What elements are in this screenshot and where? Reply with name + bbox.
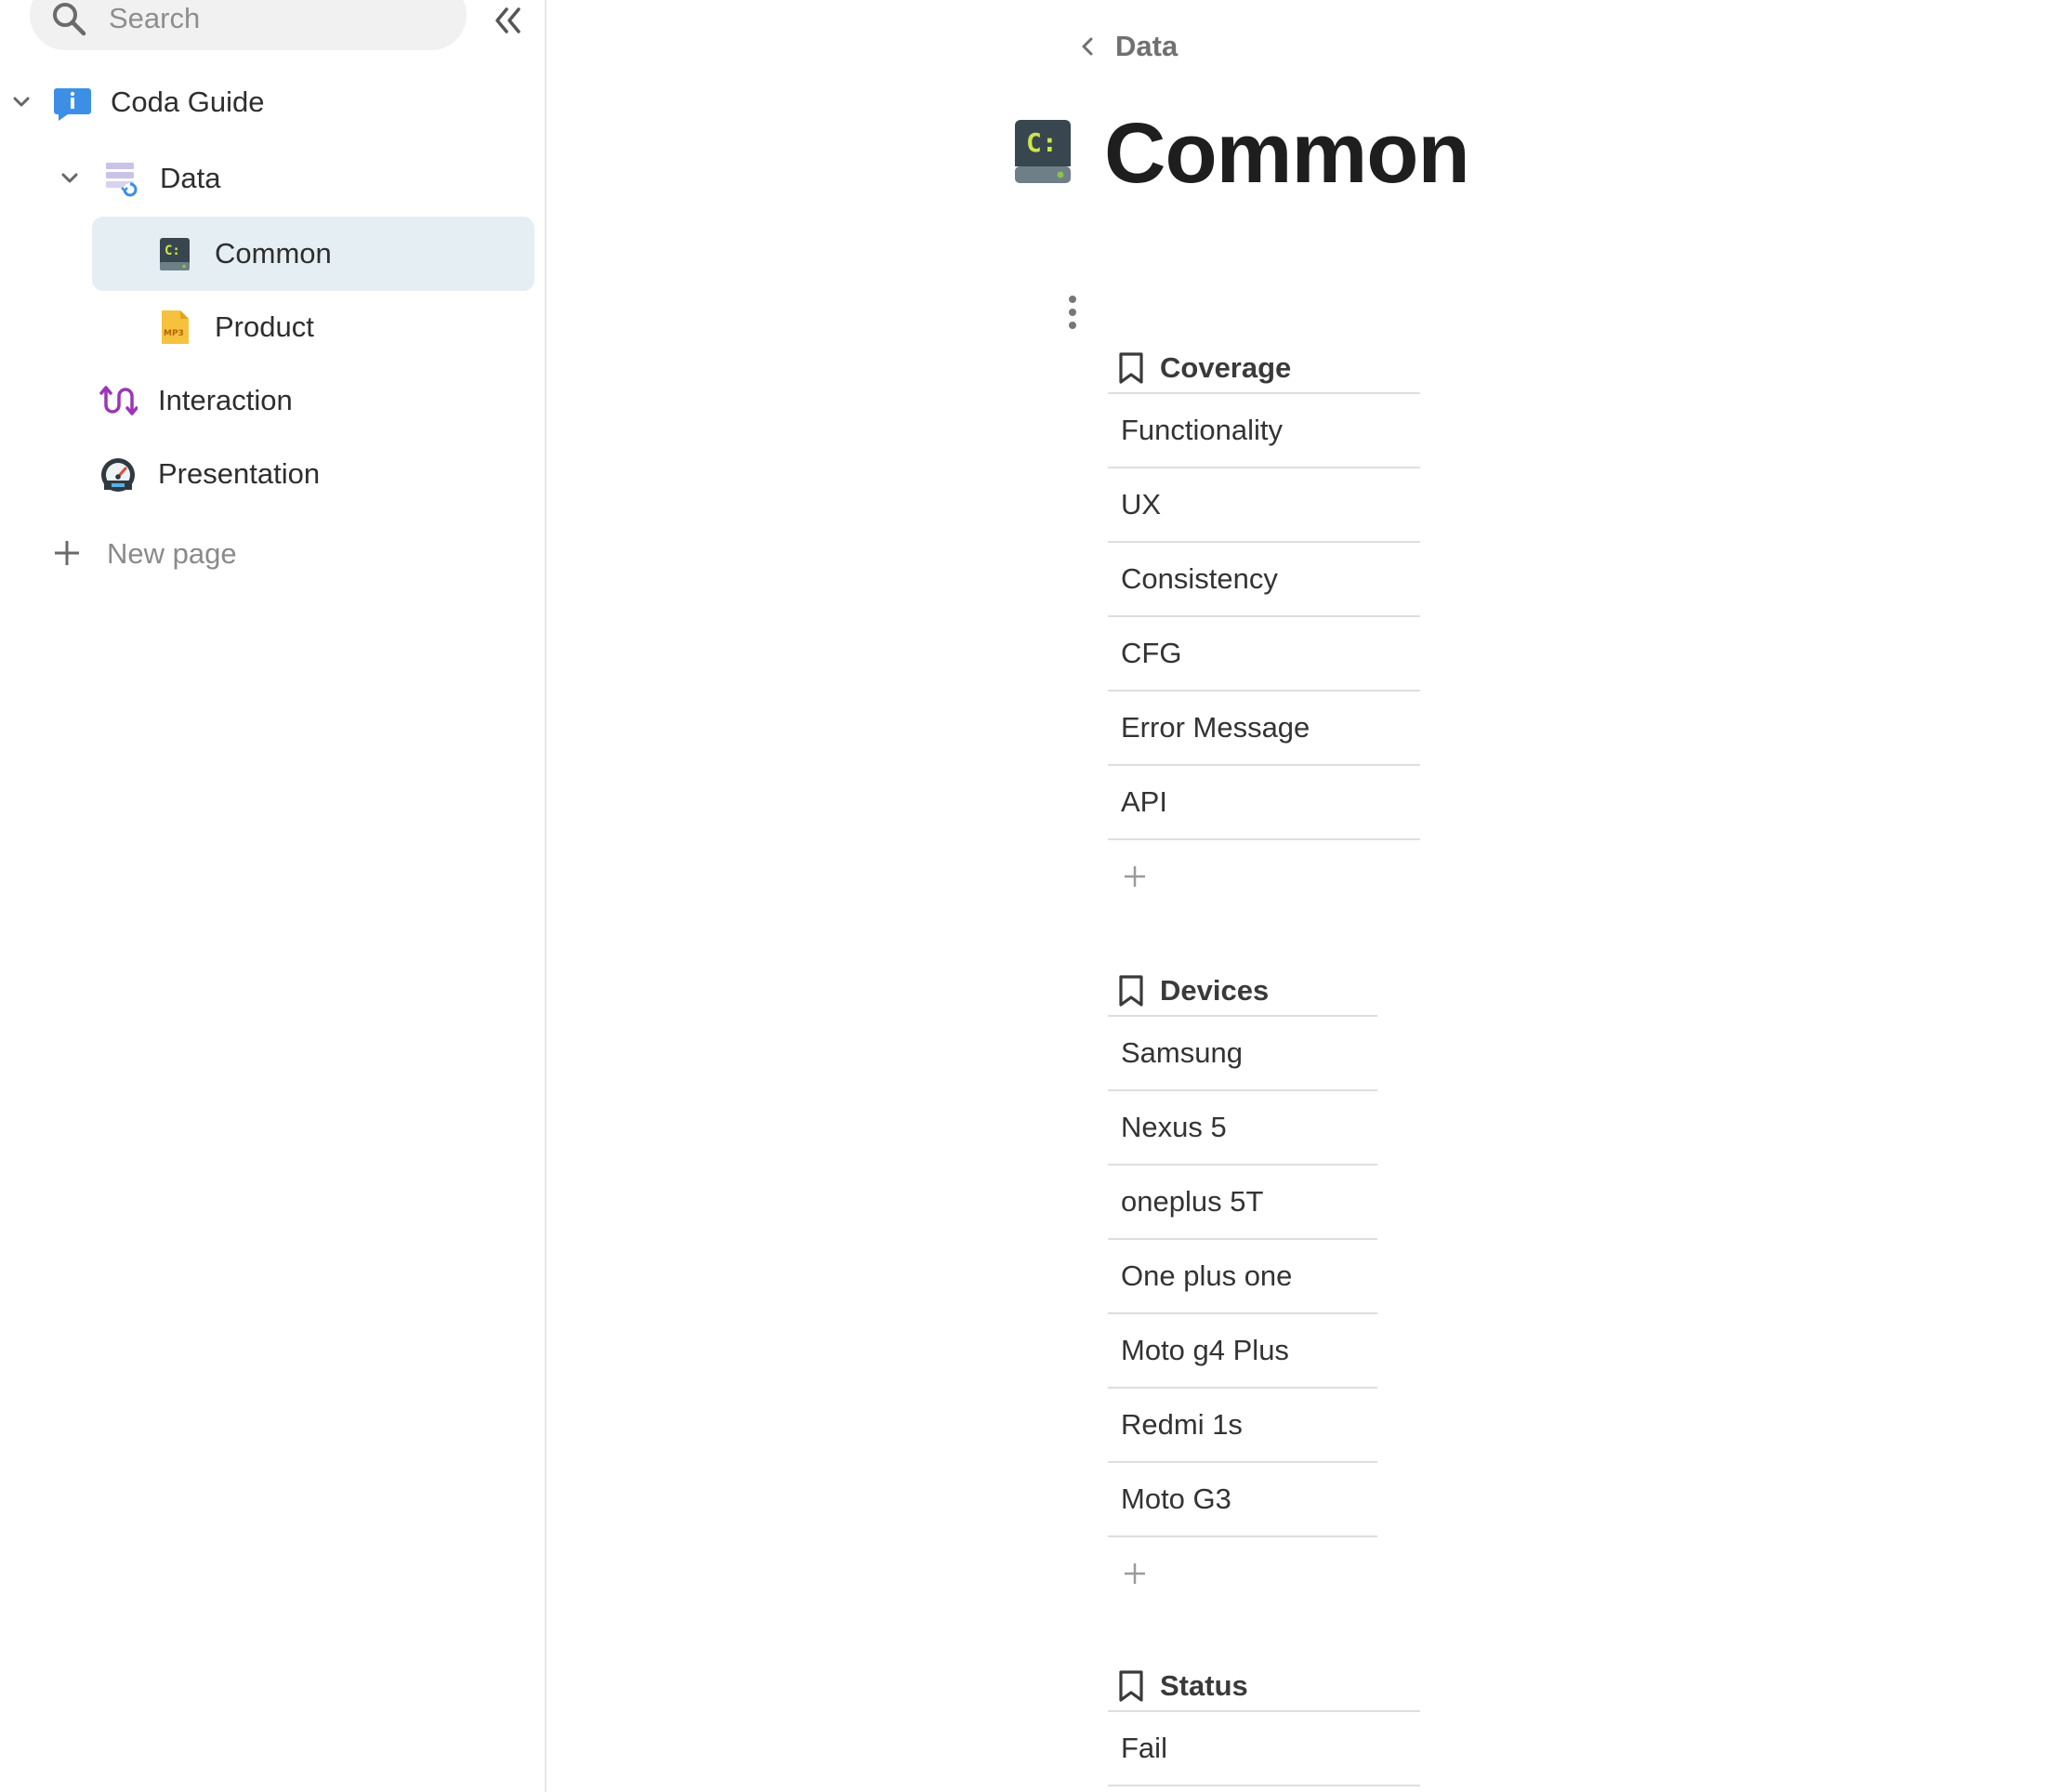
- sidebar-item-presentation[interactable]: Presentation: [99, 440, 535, 508]
- list-item[interactable]: Moto g4 Plus: [1108, 1314, 1377, 1389]
- search-icon: [53, 3, 86, 36]
- mp3-file-icon: MP3: [162, 310, 189, 344]
- list-item[interactable]: CFG: [1108, 617, 1420, 692]
- sidebar-item-label: Presentation: [158, 457, 321, 490]
- list-item[interactable]: Functionality: [1108, 394, 1420, 468]
- group-title: Coverage: [1160, 351, 1292, 384]
- search-input[interactable]: Search: [109, 0, 200, 37]
- chevron-left-icon: [1082, 37, 1093, 56]
- group-header: Devices: [1108, 967, 1377, 1017]
- add-item-button[interactable]: [1108, 840, 1420, 913]
- info-chat-icon: [54, 88, 91, 121]
- plus-icon: [1125, 1563, 1145, 1584]
- list-item[interactable]: API: [1108, 766, 1420, 840]
- list-item[interactable]: Samsung: [1108, 1017, 1377, 1091]
- sidebar-item-label: Data: [160, 162, 221, 194]
- sidebar-item-label: Interaction: [158, 384, 293, 416]
- double-chevron-left-icon[interactable]: [489, 2, 526, 39]
- group-devices: Devices Samsung Nexus 5 oneplus 5T One p…: [1108, 967, 1377, 1610]
- list-item[interactable]: Moto G3: [1108, 1463, 1377, 1537]
- sidebar: Search Coda Guide Data C: Common MP3 Pro…: [0, 0, 546, 1792]
- sidebar-item-label: Common: [215, 237, 332, 270]
- database-icon: [106, 163, 138, 197]
- search-box[interactable]: Search: [30, 0, 467, 50]
- terminal-drive-icon: C:: [160, 238, 190, 270]
- page-title: Common: [1104, 106, 1470, 201]
- group-header: Coverage: [1108, 344, 1420, 394]
- bookmark-icon: [1119, 975, 1143, 1007]
- svg-text:C:: C:: [1026, 127, 1058, 158]
- group-coverage: Coverage Functionality UX Consistency CF…: [1108, 344, 1420, 913]
- sidebar-item-coda-guide[interactable]: Coda Guide: [4, 68, 524, 137]
- bookmark-icon: [1119, 1670, 1143, 1702]
- sidebar-item-common[interactable]: C: Common: [92, 217, 534, 291]
- more-options-icon[interactable]: [1067, 294, 1078, 331]
- sidebar-item-data[interactable]: Data: [56, 144, 520, 213]
- list-item[interactable]: Nexus 5: [1108, 1091, 1377, 1166]
- breadcrumb[interactable]: Data: [1076, 26, 1178, 67]
- plus-icon: [1125, 866, 1145, 887]
- list-item[interactable]: UX: [1108, 468, 1420, 543]
- group-status: Status Fail: [1108, 1662, 1420, 1786]
- list-item[interactable]: One plus one: [1108, 1240, 1377, 1314]
- list-item[interactable]: Fail: [1108, 1712, 1420, 1786]
- list-item[interactable]: oneplus 5T: [1108, 1166, 1377, 1240]
- plus-icon[interactable]: [51, 537, 83, 569]
- wave-arrow-icon: [99, 386, 138, 415]
- add-item-button[interactable]: [1108, 1537, 1377, 1610]
- sidebar-item-label: Product: [215, 310, 314, 343]
- breadcrumb-link[interactable]: Data: [1115, 30, 1178, 63]
- sidebar-item-interaction[interactable]: Interaction: [99, 366, 535, 435]
- list-item[interactable]: Consistency: [1108, 543, 1420, 617]
- group-title: Status: [1160, 1669, 1248, 1702]
- svg-text:C:: C:: [165, 244, 180, 258]
- list-item[interactable]: Error Message: [1108, 692, 1420, 766]
- terminal-drive-icon: C:: [1015, 120, 1071, 183]
- new-page-button[interactable]: New page: [107, 537, 237, 571]
- group-header: Status: [1108, 1662, 1420, 1712]
- sidebar-item-label: Coda Guide: [111, 86, 265, 118]
- group-title: Devices: [1160, 974, 1270, 1007]
- chevron-down-icon[interactable]: [7, 88, 35, 116]
- chevron-down-icon[interactable]: [56, 165, 84, 192]
- sidebar-item-product[interactable]: MP3 Product: [92, 293, 534, 362]
- speedometer-icon: [101, 458, 135, 492]
- list-item[interactable]: Redmi 1s: [1108, 1389, 1377, 1463]
- svg-text:MP3: MP3: [164, 329, 184, 338]
- bookmark-icon: [1119, 352, 1143, 384]
